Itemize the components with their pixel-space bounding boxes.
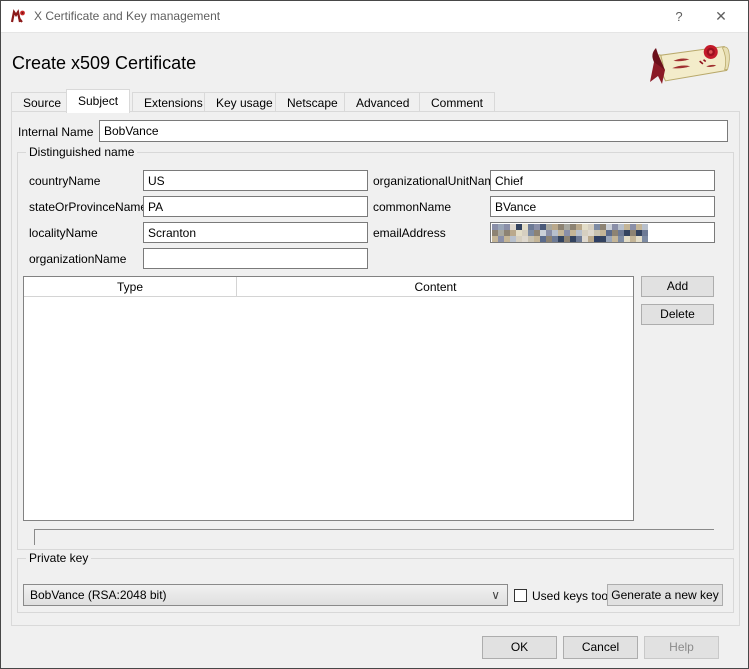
tab-netscape[interactable]: Netscape — [275, 92, 350, 112]
locality-name-input[interactable] — [143, 222, 368, 243]
internal-name-label: Internal Name — [18, 125, 93, 139]
xca-app-icon — [10, 9, 26, 25]
tab-source[interactable]: Source — [11, 92, 73, 112]
column-header-content[interactable]: Content — [238, 277, 633, 297]
tab-subject[interactable]: Subject — [66, 89, 130, 113]
private-key-selected-value: BobVance (RSA:2048 bit) — [30, 588, 167, 602]
column-header-type[interactable]: Type — [24, 277, 237, 297]
window-title: X Certificate and Key management — [34, 9, 220, 23]
delete-button[interactable]: Delete — [641, 304, 714, 325]
common-name-input[interactable] — [490, 196, 715, 217]
chevron-down-icon: ∨ — [491, 585, 500, 605]
dn-entries-table[interactable]: Type Content — [23, 276, 634, 521]
tab-extensions[interactable]: Extensions — [132, 92, 215, 112]
window-close-button[interactable]: ✕ — [704, 1, 738, 32]
common-name-label: commonName — [373, 200, 451, 214]
used-keys-too-label: Used keys too — [532, 589, 608, 603]
titlebar-separator — [1, 32, 748, 33]
help-button: Help — [644, 636, 719, 659]
tab-key-usage[interactable]: Key usage — [204, 92, 285, 112]
xca-scroll-logo-icon — [648, 42, 737, 88]
locality-name-label: localityName — [29, 226, 98, 240]
tab-comment[interactable]: Comment — [419, 92, 495, 112]
cancel-button[interactable]: Cancel — [563, 636, 638, 659]
organizational-unit-label: organizationalUnitName — [373, 174, 501, 188]
add-button[interactable]: Add — [641, 276, 714, 297]
private-key-select[interactable]: BobVance (RSA:2048 bit) ∨ — [23, 584, 508, 606]
window-help-button[interactable]: ? — [662, 1, 696, 32]
country-name-label: countryName — [29, 174, 100, 188]
organization-name-input[interactable] — [143, 248, 368, 269]
table-header: Type Content — [24, 277, 633, 297]
generate-new-key-button[interactable]: Generate a new key — [607, 584, 723, 606]
state-province-label: stateOrProvinceName — [29, 200, 147, 214]
title-bar[interactable]: X Certificate and Key management ? ✕ — [1, 1, 748, 32]
organization-name-label: organizationName — [29, 252, 126, 266]
country-name-input[interactable] — [143, 170, 368, 191]
organizational-unit-input[interactable] — [490, 170, 715, 191]
page-title: Create x509 Certificate — [12, 53, 196, 74]
ok-button[interactable]: OK — [482, 636, 557, 659]
email-address-label: emailAddress — [373, 226, 446, 240]
distinguished-name-group-label: Distinguished name — [26, 145, 137, 159]
private-key-group-label: Private key — [26, 551, 91, 565]
tab-advanced[interactable]: Advanced — [344, 92, 421, 112]
email-redacted-value — [492, 224, 648, 242]
state-province-input[interactable] — [143, 196, 368, 217]
used-keys-too-checkbox[interactable] — [514, 589, 527, 602]
internal-name-input[interactable] — [99, 120, 728, 142]
entry-edit-line[interactable] — [34, 529, 714, 545]
xca-dialog-window: X Certificate and Key management ? ✕ Cre… — [0, 0, 749, 669]
